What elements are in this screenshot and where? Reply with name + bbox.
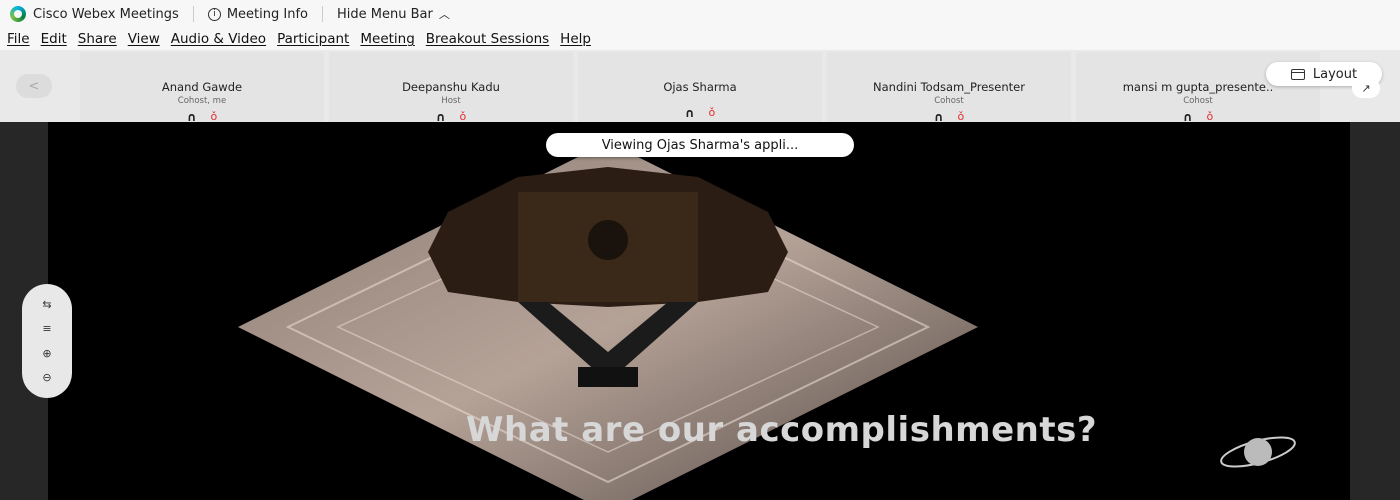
participant-card[interactable]: Nandini Todsam_Presenter Cohost ∩ ǒ <box>827 52 1071 124</box>
participant-strip: < Anand Gawde Cohost, me ∩ ǒ Deepanshu Ka… <box>0 50 1400 124</box>
participant-card[interactable]: Ojas Sharma ∩ ǒ <box>578 52 822 122</box>
chevron-up-icon: ︿ <box>438 8 450 21</box>
menu-file[interactable]: File <box>7 31 30 47</box>
menu-meeting[interactable]: Meeting <box>360 31 414 47</box>
divider <box>192 6 194 22</box>
hide-menu-label: Hide Menu Bar <box>336 6 433 22</box>
divider <box>321 6 323 22</box>
participant-role: Cohost <box>934 96 964 106</box>
menu-participant[interactable]: Participant <box>277 31 349 47</box>
menu-edit[interactable]: Edit <box>41 31 67 47</box>
slide-caption: What are our accomplishments? <box>466 410 1098 450</box>
menu-breakout-sessions[interactable]: Breakout Sessions <box>426 31 549 47</box>
zoom-out-icon[interactable]: ⊖ <box>42 371 51 384</box>
nasa-logo-icon <box>1220 436 1296 468</box>
zoom-toolbar: ⇆ ≡ ⊕ ⊖ <box>22 284 72 398</box>
meeting-info-button[interactable]: i Meeting Info <box>207 6 308 22</box>
app-name: Cisco Webex Meetings <box>33 6 179 22</box>
title-bar: Cisco Webex Meetings i Meeting Info Hide… <box>0 0 1400 28</box>
viewing-status-pill: Viewing Ojas Sharma's appli... <box>546 133 854 157</box>
menu-view[interactable]: View <box>128 31 160 47</box>
layout-icon <box>1290 68 1305 80</box>
participant-name: Ojas Sharma <box>663 80 737 94</box>
menu-share[interactable]: Share <box>78 31 117 47</box>
chevron-left-icon[interactable]: < <box>16 74 52 98</box>
menu-audio-video[interactable]: Audio & Video <box>171 31 266 47</box>
mic-muted-icon: ǒ <box>708 106 716 119</box>
webex-logo-icon <box>10 6 26 22</box>
fit-icon[interactable]: ≡ <box>42 322 51 335</box>
participant-card[interactable]: Deepanshu Kadu Host ∩ ǒ <box>329 52 573 124</box>
app-title: Cisco Webex Meetings <box>10 6 179 22</box>
participant-role: Host <box>441 96 461 106</box>
expand-arrow-icon[interactable]: ↗ <box>1352 78 1380 98</box>
layout-label: Layout <box>1312 66 1358 82</box>
headset-icon: ∩ <box>684 106 695 120</box>
participant-role: Cohost <box>1183 96 1213 106</box>
hide-menu-bar-button[interactable]: Hide Menu Bar ︿ <box>337 6 450 22</box>
participant-name: Deepanshu Kadu <box>402 80 500 94</box>
participant-name: Anand Gawde <box>161 80 243 94</box>
participant-name: Nandini Todsam_Presenter <box>873 80 1025 94</box>
menu-bar: File Edit Share View Audio & Video Parti… <box>0 28 1400 50</box>
menu-help[interactable]: Help <box>560 31 591 47</box>
swap-icon[interactable]: ⇆ <box>42 298 51 311</box>
zoom-in-icon[interactable]: ⊕ <box>42 347 51 360</box>
info-circle-icon: i <box>207 7 221 21</box>
participant-role: Cohost, me <box>177 96 227 106</box>
participant-card[interactable]: Anand Gawde Cohost, me ∩ ǒ <box>80 52 324 124</box>
meeting-info-label: Meeting Info <box>226 6 308 22</box>
